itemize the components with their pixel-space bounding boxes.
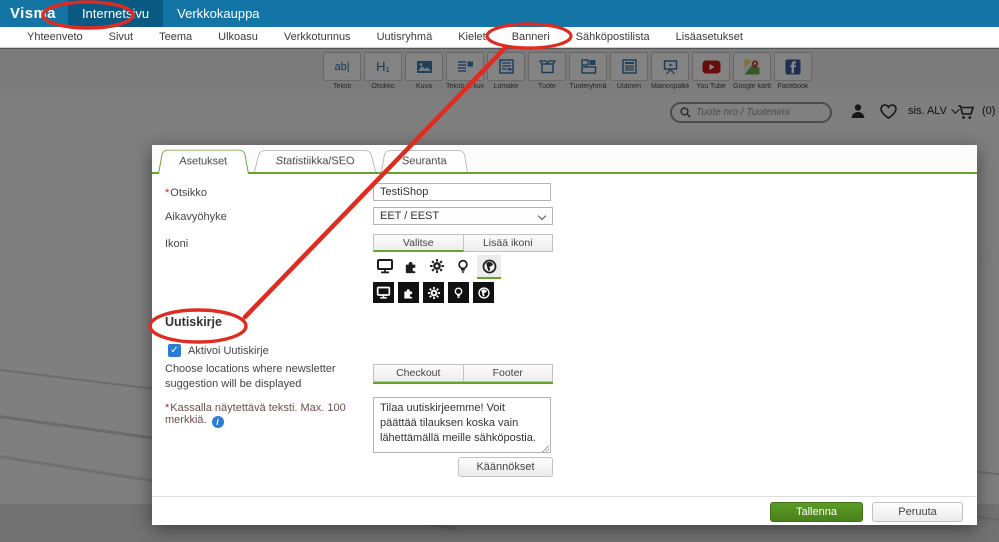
- gear-icon: [427, 286, 441, 300]
- settings-dialog: Asetukset Statistiikka/SEO Seuranta *Ots…: [152, 145, 977, 525]
- icon-option-monitor-dark[interactable]: [373, 282, 394, 303]
- icon-option-globe-selected[interactable]: [477, 255, 501, 279]
- nav-sivut[interactable]: Sivut: [96, 31, 146, 43]
- timezone-value: EET / EEST: [380, 210, 440, 222]
- info-icon[interactable]: i: [211, 416, 224, 428]
- globe-icon: [481, 258, 498, 275]
- puzzle-icon: [403, 258, 420, 275]
- icon-option-monitor[interactable]: [373, 255, 397, 279]
- topmenu-internetsivu[interactable]: Internetsivu: [67, 0, 164, 27]
- locations-underline: [373, 382, 553, 384]
- tab-statistiikka-seo[interactable]: Statistiikka/SEO: [253, 150, 376, 172]
- required-mark: *: [165, 187, 170, 199]
- nav-teema[interactable]: Teema: [146, 31, 205, 43]
- ikoni-label: Ikoni: [165, 238, 189, 250]
- icon-option-globe-dark[interactable]: [473, 282, 494, 303]
- icon-option-gear[interactable]: [425, 255, 449, 279]
- puzzle-icon: [402, 286, 416, 300]
- section-navbar: Yhteenveto Sivut Teema Ulkoasu Verkkotun…: [0, 27, 999, 48]
- kassalla-label: *Kassalla näytettävä teksti. Max. 100 me…: [165, 402, 346, 428]
- topmenu-verkkokauppa[interactable]: Verkkokauppa: [163, 0, 273, 27]
- nav-lisaasetukset[interactable]: Lisäasetukset: [663, 31, 756, 43]
- top-menubar: Visma Internetsivu Verkkokauppa: [0, 0, 999, 27]
- icon-option-puzzle-dark[interactable]: [398, 282, 419, 303]
- aktivoi-uutiskirje-label: Aktivoi Uutiskirje: [188, 345, 269, 357]
- nav-sahkopostilista[interactable]: Sähköpostilista: [563, 31, 663, 43]
- gear-icon: [429, 258, 445, 274]
- icon-option-puzzle[interactable]: [399, 255, 423, 279]
- nav-kielet[interactable]: Kielet: [445, 31, 499, 43]
- icon-option-bulb-dark[interactable]: [448, 282, 469, 303]
- tallenna-save-button[interactable]: Tallenna: [770, 502, 863, 522]
- timezone-select[interactable]: EET / EEST: [373, 207, 553, 225]
- checkout-location-button[interactable]: Checkout: [373, 364, 464, 382]
- otsikko-label: *Otsikko: [165, 187, 207, 199]
- tab-seuranta[interactable]: Seuranta: [380, 150, 468, 172]
- lightbulb-icon: [452, 286, 465, 300]
- monitor-icon: [376, 285, 391, 300]
- tab-asetukset[interactable]: Asetukset: [158, 149, 249, 174]
- visma-admin-screen: Visma Internetsivu Verkkokauppa Yhteenve…: [0, 0, 999, 542]
- peruuta-cancel-button[interactable]: Peruuta: [872, 502, 963, 522]
- globe-icon: [477, 286, 491, 300]
- aikavyohyke-label: Aikavyöhyke: [165, 211, 227, 223]
- otsikko-input[interactable]: [373, 183, 551, 201]
- icon-option-bulb[interactable]: [451, 255, 475, 279]
- lisaa-ikoni-button[interactable]: Lisää ikoni: [463, 234, 553, 252]
- aktivoi-uutiskirje-checkbox[interactable]: ✓: [168, 344, 181, 357]
- dialog-footer: Tallenna Peruuta: [152, 496, 977, 525]
- kaannokset-button[interactable]: Käännökset: [458, 457, 553, 477]
- required-mark: *: [165, 402, 170, 414]
- valitse-button[interactable]: Valitse: [373, 234, 464, 252]
- nav-ulkoasu[interactable]: Ulkoasu: [205, 31, 271, 43]
- newsletter-message-wrap: Tilaa uutiskirjeemme! Voit päättää tilau…: [373, 397, 551, 456]
- uutiskirje-heading: Uutiskirje: [165, 315, 222, 329]
- nav-uutisryhma[interactable]: Uutisryhmä: [364, 31, 446, 43]
- lightbulb-icon: [455, 258, 471, 275]
- dialog-tabstrip: Asetukset Statistiikka/SEO Seuranta: [152, 145, 977, 174]
- nav-yhteenveto[interactable]: Yhteenveto: [14, 31, 96, 43]
- icon-option-gear-dark[interactable]: [423, 282, 444, 303]
- locations-label: Choose locations where newsletter sugges…: [165, 363, 336, 391]
- footer-location-button[interactable]: Footer: [463, 364, 553, 382]
- monitor-icon: [376, 257, 394, 275]
- nav-banneri[interactable]: Banneri: [499, 31, 563, 43]
- newsletter-message-textarea[interactable]: Tilaa uutiskirjeemme! Voit päättää tilau…: [373, 397, 551, 453]
- nav-verkkotunnus[interactable]: Verkkotunnus: [271, 31, 364, 43]
- visma-logo: Visma: [10, 5, 56, 22]
- chevron-down-icon: [537, 211, 547, 221]
